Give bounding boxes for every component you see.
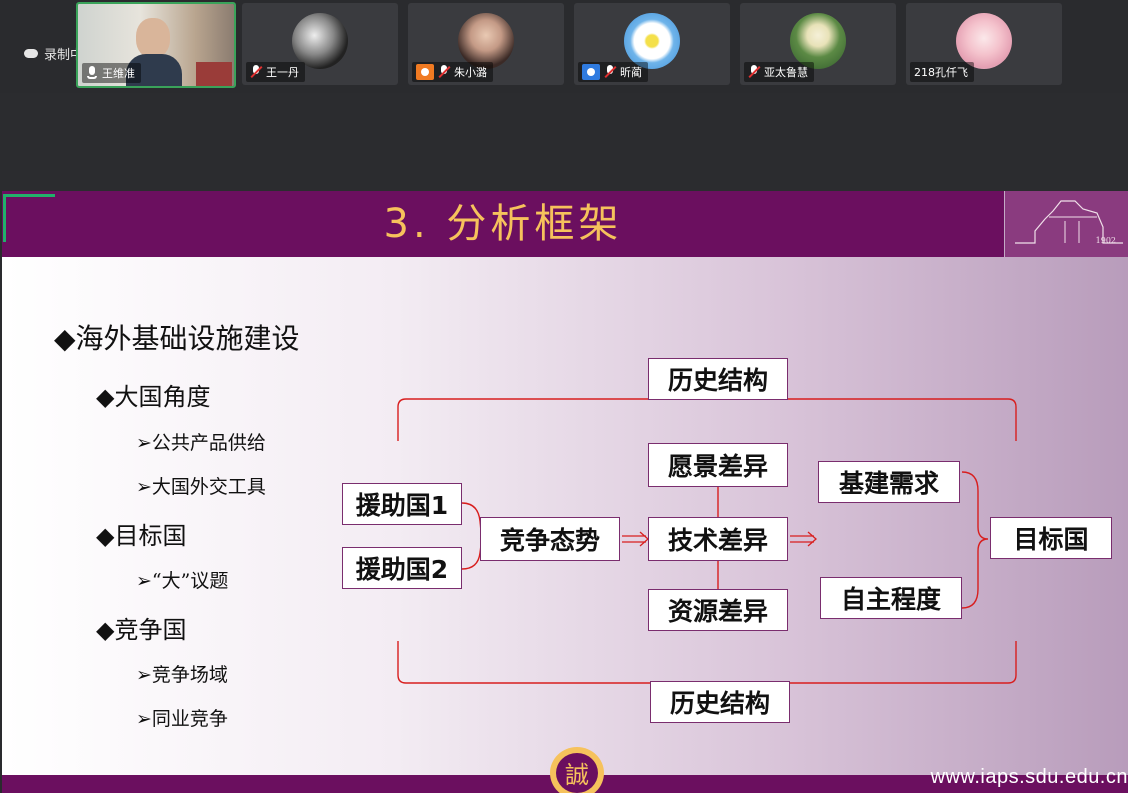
avatar (458, 13, 514, 69)
participant-tile[interactable]: 218孔仟飞 (906, 3, 1062, 85)
participant-tile[interactable]: 朱小潞 (408, 3, 564, 85)
participant-name: 昕蔺 (620, 66, 642, 79)
avatar (292, 13, 348, 69)
infrastructure-demand-box: 基建需求 (818, 461, 960, 503)
participant-name-tag: 王一丹 (246, 62, 305, 82)
meeting-toolbar: 录制中 王维准 王一丹 朱小潞 昕蔺 亚太鲁慧 218孔仟飞 (0, 0, 1128, 93)
avatar (624, 13, 680, 69)
shared-slide: 3. 分析框架 1902 ◆海外基础设施建设 ◆大国角度 ➢公共产品供给 ➢大国… (2, 191, 1128, 793)
mic-muted-icon (748, 65, 760, 79)
participant-name-tag: 朱小潞 (412, 62, 493, 82)
participant-tile[interactable]: 王一丹 (242, 3, 398, 85)
mic-muted-icon (604, 65, 616, 79)
participant-name: 朱小潞 (454, 66, 487, 79)
participant-tile[interactable]: 昕蔺 (574, 3, 730, 85)
participant-name: 218孔仟飞 (914, 66, 968, 79)
user-icon (582, 64, 600, 80)
mic-muted-icon (250, 65, 262, 79)
competition-situation-box: 竞争态势 (480, 517, 620, 561)
participant-tile[interactable]: 亚太鲁慧 (740, 3, 896, 85)
participant-name-tag: 昕蔺 (578, 62, 648, 82)
target-country-box: 目标国 (990, 517, 1112, 559)
history-structure-bottom-box: 历史结构 (650, 681, 790, 723)
vision-difference-box: 愿景差异 (648, 443, 788, 487)
participant-name-tag: 218孔仟飞 (910, 62, 974, 82)
technology-difference-box: 技术差异 (648, 517, 788, 561)
history-structure-top-box: 历史结构 (648, 358, 788, 400)
donor-country-2-box: 援助国2 (342, 547, 462, 589)
avatar (956, 13, 1012, 69)
donor-country-1-box: 援助国1 (342, 483, 462, 525)
video-area-background (0, 93, 1128, 191)
website-url: www.iaps.sdu.edu.cn (930, 766, 1128, 788)
mic-muted-icon (438, 65, 450, 79)
resource-difference-box: 资源差异 (648, 589, 788, 631)
cloud-icon (24, 49, 38, 58)
user-icon (416, 64, 434, 80)
participant-tile[interactable]: 王维准 (76, 2, 236, 88)
university-seal-icon: 誠 (550, 747, 604, 793)
participant-name: 王一丹 (266, 66, 299, 79)
participant-name: 亚太鲁慧 (764, 66, 808, 79)
autonomy-degree-box: 自主程度 (820, 577, 962, 619)
participant-name-tag: 亚太鲁慧 (744, 62, 814, 82)
avatar (790, 13, 846, 69)
svg-text:誠: 誠 (565, 761, 589, 789)
participant-name-tag: 王维准 (82, 63, 141, 83)
microphone-icon (86, 66, 98, 80)
participant-name: 王维准 (102, 67, 135, 80)
recording-indicator[interactable]: 录制中 (24, 44, 83, 63)
